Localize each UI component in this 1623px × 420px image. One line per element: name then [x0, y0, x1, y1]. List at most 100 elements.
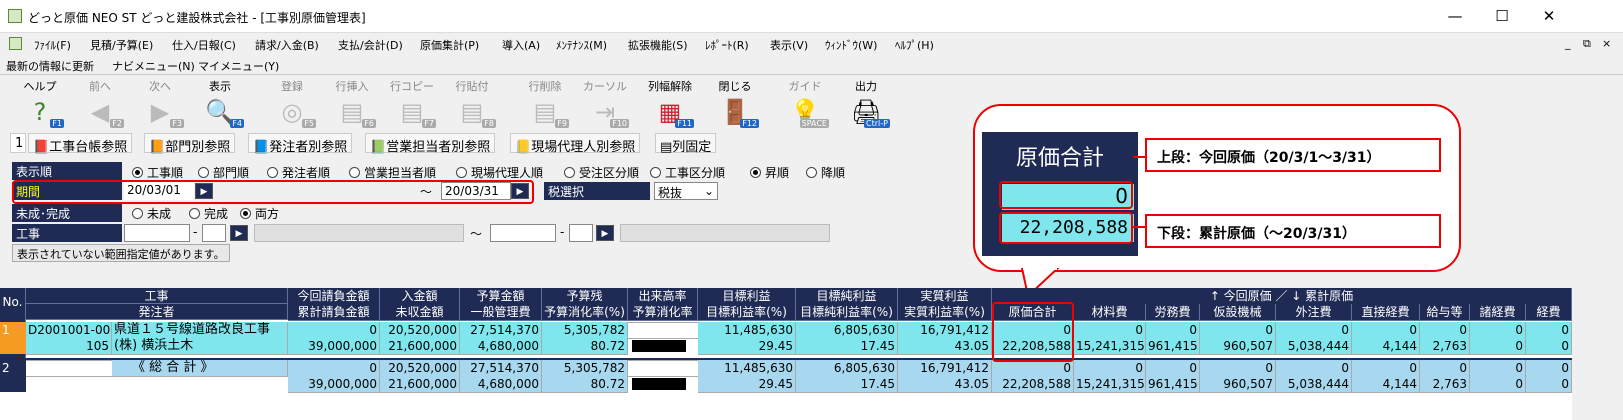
- menu-window[interactable]: ｳｨﾝﾄﾞｳ(W): [825, 37, 877, 53]
- row-1-bot-col-16[interactable]: 0: [1526, 338, 1572, 355]
- tax-select[interactable]: 税抜 ⌄: [654, 182, 718, 200]
- mdi-minimize-button[interactable]: _: [1565, 37, 1571, 50]
- row-2-top-col-6[interactable]: 6,805,630: [796, 360, 898, 377]
- status-complete-radio[interactable]: 完成: [189, 205, 228, 222]
- koji-to-picker-button[interactable]: ▶: [596, 225, 614, 241]
- row-2-bot-col-12[interactable]: 5,038,444: [1276, 376, 1352, 393]
- row-1-name[interactable]: 県道１５号線道路改良工事: [112, 322, 288, 339]
- refresh-link[interactable]: 最新の情報に更新: [6, 58, 94, 74]
- koji-from-input[interactable]: [124, 224, 190, 242]
- row-2-bot-col-7[interactable]: 43.05: [898, 376, 992, 393]
- maximize-button[interactable]: ☐: [1487, 6, 1517, 26]
- row-2-bot-col-8[interactable]: 22,208,588: [992, 376, 1074, 393]
- row-1-bot-col-14[interactable]: 2,763: [1420, 338, 1470, 355]
- row-1-top-col-16[interactable]: 0: [1526, 322, 1572, 339]
- row-2-top-col-0[interactable]: 0: [288, 360, 380, 377]
- sort-desc-radio[interactable]: 降順: [806, 164, 845, 181]
- row-2-top-col-1[interactable]: 20,520,000: [380, 360, 460, 377]
- help-button[interactable]: ヘルプ? F1: [10, 76, 70, 130]
- row-1-bot-col-2[interactable]: 4,680,000: [460, 338, 542, 355]
- row-1-top-col-1[interactable]: 20,520,000: [380, 322, 460, 339]
- site-agent-ref-button[interactable]: 📒現場代理人別参照: [510, 133, 641, 155]
- row-1-bot-col-5[interactable]: 29.45: [698, 338, 796, 355]
- menu-help[interactable]: ﾍﾙﾌﾟ(H): [895, 37, 934, 53]
- row-1-top-col-6[interactable]: 6,805,630: [796, 322, 898, 339]
- row-1-no[interactable]: 1: [0, 322, 26, 354]
- koji-ledger-ref-button[interactable]: 📕工事台帳参照: [28, 133, 133, 155]
- row-2-no[interactable]: 2: [0, 360, 26, 392]
- row-2-bot-col-6[interactable]: 17.45: [796, 376, 898, 393]
- row-1-top-col-13[interactable]: 0: [1352, 322, 1420, 339]
- row-1-client[interactable]: (株) 横浜土木: [112, 338, 288, 355]
- menu-estimate[interactable]: 見積/予算(E): [90, 37, 153, 53]
- row-1-top-col-15[interactable]: 0: [1470, 322, 1526, 339]
- row-1-bot-col-3[interactable]: 80.72: [542, 338, 628, 355]
- row-2-top-col-4[interactable]: [628, 360, 698, 361]
- row-2-bot-col-4[interactable]: [628, 376, 698, 377]
- row-2-bot-col-14[interactable]: 2,763: [1420, 376, 1470, 393]
- my-menu-link[interactable]: マイメニュー(Y): [198, 58, 279, 74]
- next-button[interactable]: 次へ ▶ F3: [130, 76, 190, 130]
- output-button[interactable]: 出力 🖨 Ctrl-P: [836, 76, 896, 130]
- status-incomplete-radio[interactable]: 未成: [132, 205, 171, 222]
- row-2-top-col-15[interactable]: 0: [1470, 360, 1526, 377]
- row-1-bot-col-10[interactable]: 961,415: [1146, 338, 1200, 355]
- close-button[interactable]: ✕: [1534, 6, 1564, 26]
- order-order-type-radio[interactable]: 受注区分順: [564, 164, 639, 181]
- order-agent-radio[interactable]: 現場代理人順: [456, 164, 543, 181]
- row-2-top-col-11[interactable]: 0: [1200, 360, 1276, 377]
- order-client-radio[interactable]: 発注者順: [267, 164, 330, 181]
- row-1-top-col-3[interactable]: 5,305,782: [542, 322, 628, 339]
- row-1-top-col-0[interactable]: 0: [288, 322, 380, 339]
- reset-column-width-button[interactable]: 列幅解除 ▦ F11: [640, 76, 700, 130]
- menu-setup[interactable]: 導入(A): [502, 37, 540, 53]
- menu-report[interactable]: ﾚﾎﾟｰﾄ(R): [705, 37, 749, 53]
- row-2-top-col-10[interactable]: 0: [1146, 360, 1200, 377]
- menu-file[interactable]: ﾌｧｲﾙ(F): [34, 37, 71, 53]
- mdi-restore-button[interactable]: ⧉: [1583, 37, 1591, 51]
- row-1-top-col-5[interactable]: 11,485,630: [698, 322, 796, 339]
- paste-row-button[interactable]: 行貼付 ▤ F8: [442, 76, 502, 130]
- row-2-bot-col-11[interactable]: 960,507: [1200, 376, 1276, 393]
- delete-row-button[interactable]: 行削除 ▤ F9: [515, 76, 575, 130]
- row-2-bot-col-3[interactable]: 80.72: [542, 376, 628, 393]
- row-2-top-col-9[interactable]: 0: [1074, 360, 1146, 377]
- row-2-name[interactable]: 《 総 合 計 》: [112, 360, 288, 377]
- dept-ref-button[interactable]: 📙部門別参照: [144, 133, 236, 155]
- koji-to-input[interactable]: [490, 224, 556, 242]
- row-1-top-col-10[interactable]: 0: [1146, 322, 1200, 339]
- order-koji-radio[interactable]: 工事順: [132, 164, 183, 181]
- row-1-bot-col-6[interactable]: 17.45: [796, 338, 898, 355]
- register-button[interactable]: 登録 ◎ F5: [262, 76, 322, 130]
- row-2-bot-col-13[interactable]: 4,144: [1352, 376, 1420, 393]
- copy-row-button[interactable]: 行コピー ▤ F7: [382, 76, 442, 130]
- row-2-bot-col-10[interactable]: 961,415: [1146, 376, 1200, 393]
- close-window-button[interactable]: 閉じる 🚪 F12: [705, 76, 765, 130]
- row-1-bot-col-11[interactable]: 960,507: [1200, 338, 1276, 355]
- row-1-top-col-11[interactable]: 0: [1200, 322, 1276, 339]
- order-sales-radio[interactable]: 営業担当者順: [349, 164, 436, 181]
- row-2-bot-col-1[interactable]: 21,600,000: [380, 376, 460, 393]
- freeze-column-button[interactable]: ▤列固定: [655, 133, 717, 155]
- client-ref-button[interactable]: 📘発注者別参照: [248, 133, 353, 155]
- menu-view[interactable]: 表示(V): [770, 37, 808, 53]
- row-1-bot-col-7[interactable]: 43.05: [898, 338, 992, 355]
- row-2-top-col-5[interactable]: 11,485,630: [698, 360, 796, 377]
- row-1-top-col-12[interactable]: 0: [1276, 322, 1352, 339]
- menu-payment[interactable]: 支払/会計(D): [338, 37, 403, 53]
- row-1-top-col-9[interactable]: 0: [1074, 322, 1146, 339]
- row-2-top-col-16[interactable]: 0: [1526, 360, 1572, 377]
- order-dept-radio[interactable]: 部門順: [198, 164, 249, 181]
- insert-row-button[interactable]: 行挿入 ▤ F6: [322, 76, 382, 130]
- row-1-top-col-2[interactable]: 27,514,370: [460, 322, 542, 339]
- row-2-bot-col-15[interactable]: 0: [1470, 376, 1526, 393]
- row-2-subcode[interactable]: [26, 376, 112, 377]
- row-2-top-col-14[interactable]: 0: [1420, 360, 1470, 377]
- row-1-top-col-4[interactable]: [628, 322, 698, 323]
- koji-from-picker-button[interactable]: ▶: [230, 225, 248, 241]
- menu-purchase[interactable]: 仕入/日報(C): [172, 37, 236, 53]
- row-2-code[interactable]: [26, 360, 112, 361]
- row-1-subcode[interactable]: 105: [26, 338, 112, 355]
- row-1-bot-col-15[interactable]: 0: [1470, 338, 1526, 355]
- sales-ref-button[interactable]: 📗営業担当者別参照: [365, 133, 496, 155]
